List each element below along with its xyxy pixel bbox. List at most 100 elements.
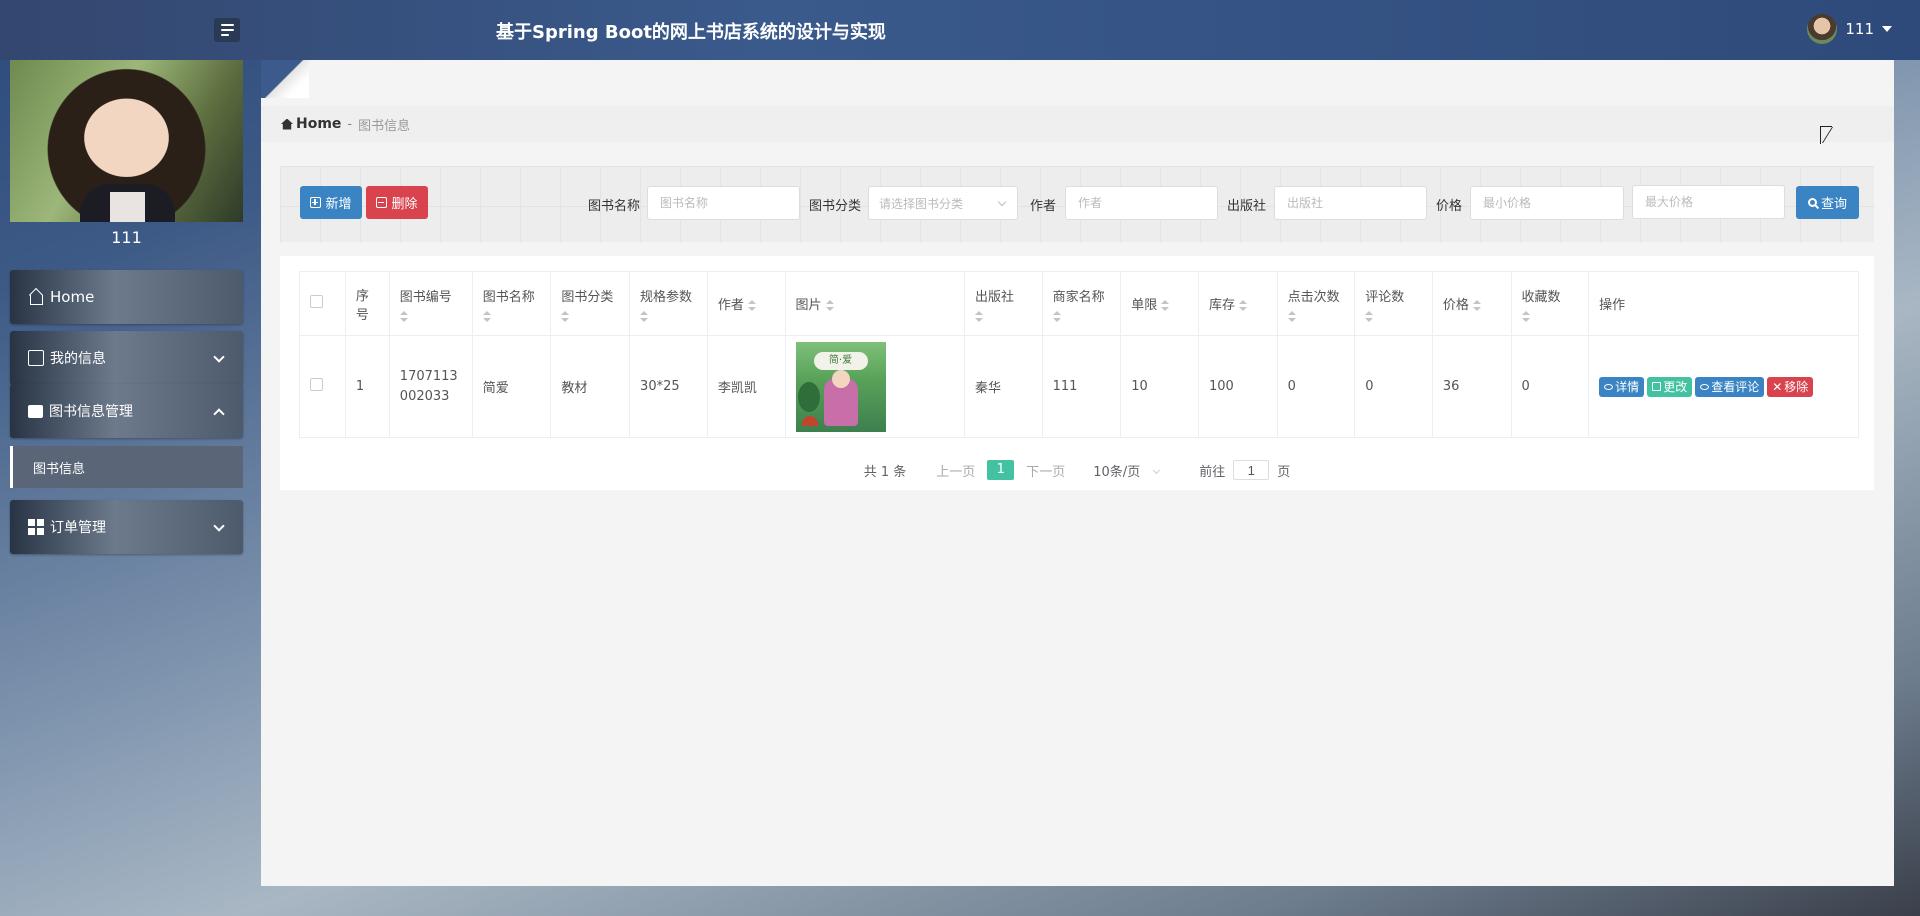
breadcrumb-home[interactable]: Home	[281, 116, 341, 132]
header-price[interactable]: 价格	[1431, 271, 1512, 336]
goto-page-input[interactable]	[1233, 460, 1270, 480]
header-select-all[interactable]	[299, 271, 346, 336]
sidebar-item-home[interactable]: Home	[10, 270, 243, 324]
edit-button-label: 更改	[1663, 380, 1688, 394]
filter-label-price: 价格	[1436, 199, 1463, 214]
menu-toggle-icon[interactable]	[214, 18, 240, 42]
top-strip	[261, 60, 1894, 106]
min-price-input[interactable]	[1470, 186, 1624, 220]
sidebar-item-book-management[interactable]: 图书信息管理	[10, 384, 243, 438]
sort-icon[interactable]	[825, 300, 834, 311]
header-limit-label: 单限	[1131, 298, 1158, 313]
sort-icon[interactable]	[1521, 310, 1530, 322]
view-comments-button[interactable]: 查看评论	[1695, 376, 1765, 397]
pagination-total: 共 1 条	[863, 464, 907, 480]
sort-icon[interactable]	[747, 300, 756, 311]
home-icon	[281, 118, 293, 130]
row-select[interactable]	[299, 335, 346, 438]
book-name-input[interactable]	[647, 186, 800, 220]
category-select[interactable]: 请选择图书分类	[868, 186, 1018, 220]
page-size-select[interactable]: 10条/页	[1093, 461, 1173, 480]
page-curl-decoration	[261, 60, 309, 98]
header-clicks[interactable]: 点击次数	[1276, 271, 1356, 336]
book-cover-image[interactable]: 简·爱	[795, 341, 886, 432]
cell-spec: 30*25	[629, 335, 708, 438]
cell-code: 1707113002033	[388, 335, 473, 438]
table-header-row: 序号 图书编号 图书名称 图书分类 规格参数 作者 图片 出版社 商家名称 单限…	[299, 271, 1859, 336]
cell-category: 教材	[550, 335, 631, 438]
breadcrumb-home-label: Home	[296, 116, 342, 132]
profile-photo	[10, 60, 243, 222]
checkbox[interactable]	[310, 295, 323, 308]
header-publisher[interactable]: 出版社	[963, 271, 1043, 336]
sidebar-item-label: 图书信息管理	[49, 404, 133, 420]
cell-stock: 100	[1197, 335, 1278, 438]
cell-publisher: 秦华	[963, 335, 1043, 438]
eye-icon	[1604, 383, 1614, 390]
sort-icon[interactable]	[640, 310, 649, 322]
sort-icon[interactable]	[1238, 300, 1247, 311]
filter-label-category: 图书分类	[809, 199, 862, 214]
header-publisher-label: 出版社	[974, 289, 1014, 305]
filter-label-author: 作者	[1030, 199, 1057, 214]
header-favorites[interactable]: 收藏数	[1510, 271, 1590, 336]
header-category[interactable]: 图书分类	[550, 271, 631, 336]
sidebar-item-my-info[interactable]: 我的信息	[10, 331, 243, 385]
sort-icon[interactable]	[561, 310, 570, 322]
author-input[interactable]	[1065, 186, 1218, 220]
sort-icon[interactable]	[1052, 310, 1061, 322]
page-size-value: 10条/页	[1093, 464, 1141, 480]
sidebar-item-orders[interactable]: 订单管理	[10, 500, 243, 554]
user-menu[interactable]: 111	[1807, 14, 1892, 44]
header-category-label: 图书分类	[561, 289, 614, 305]
sidebar-item-label: 订单管理	[50, 520, 106, 536]
sort-icon[interactable]	[1365, 310, 1374, 322]
sidebar-subitem-book-info[interactable]: 图书信息	[10, 446, 243, 488]
add-button-label: 新增	[325, 197, 352, 212]
remove-button[interactable]: ✕ 移除	[1767, 376, 1814, 397]
sort-icon[interactable]	[482, 310, 491, 322]
sort-icon[interactable]	[974, 310, 983, 322]
publisher-input[interactable]	[1274, 186, 1427, 220]
filter-label-name: 图书名称	[588, 199, 641, 214]
detail-button-label: 详情	[1615, 380, 1640, 394]
max-price-input[interactable]	[1632, 185, 1785, 219]
header-spec[interactable]: 规格参数	[629, 271, 708, 336]
header-image[interactable]: 图片	[784, 271, 965, 336]
mouse-cursor-icon	[1820, 126, 1832, 144]
checkbox[interactable]	[310, 378, 323, 391]
header-actions: 操作	[1588, 271, 1859, 336]
edit-button[interactable]: 更改	[1647, 376, 1693, 397]
header-merchant[interactable]: 商家名称	[1041, 271, 1122, 336]
app-title: 基于Spring Boot的网上书店系统的设计与实现	[496, 22, 886, 43]
header-comments[interactable]: 评论数	[1354, 271, 1433, 336]
table-card: 序号 图书编号 图书名称 图书分类 规格参数 作者 图片 出版社 商家名称 单限…	[280, 256, 1874, 490]
header-stock-label: 库存	[1208, 298, 1235, 313]
close-icon: ✕	[1772, 379, 1783, 394]
search-toolbar: 新增 删除 图书名称 图书分类 请选择图书分类 作者 出版社 价格 查询	[280, 166, 1874, 242]
page-number-button[interactable]: 1	[987, 460, 1015, 480]
grid-icon	[28, 519, 44, 535]
delete-button[interactable]: 删除	[366, 186, 428, 219]
header-stock[interactable]: 库存	[1197, 271, 1278, 336]
goto-label: 前往	[1199, 464, 1226, 480]
add-button[interactable]: 新增	[300, 186, 362, 219]
top-bar: 基于Spring Boot的网上书店系统的设计与实现 111	[0, 0, 1920, 60]
books-table: 序号 图书编号 图书名称 图书分类 规格参数 作者 图片 出版社 商家名称 单限…	[299, 271, 1859, 438]
header-author[interactable]: 作者	[706, 271, 786, 336]
prev-page-button[interactable]: 上一页	[936, 461, 975, 480]
header-limit[interactable]: 单限	[1120, 271, 1199, 336]
sort-icon[interactable]	[1472, 300, 1481, 311]
search-button[interactable]: 查询	[1796, 186, 1859, 219]
sort-icon[interactable]	[1287, 310, 1296, 322]
eye-icon	[1700, 383, 1710, 390]
header-code[interactable]: 图书编号	[388, 271, 473, 336]
detail-button[interactable]: 详情	[1599, 376, 1645, 397]
next-page-button[interactable]: 下一页	[1026, 461, 1065, 480]
sort-icon[interactable]	[399, 310, 408, 322]
search-button-label: 查询	[1820, 197, 1847, 212]
header-name[interactable]: 图书名称	[471, 271, 552, 336]
sort-icon[interactable]	[1161, 300, 1170, 311]
book-cover-title: 简·爱	[813, 351, 868, 370]
username: 111	[1845, 20, 1874, 38]
